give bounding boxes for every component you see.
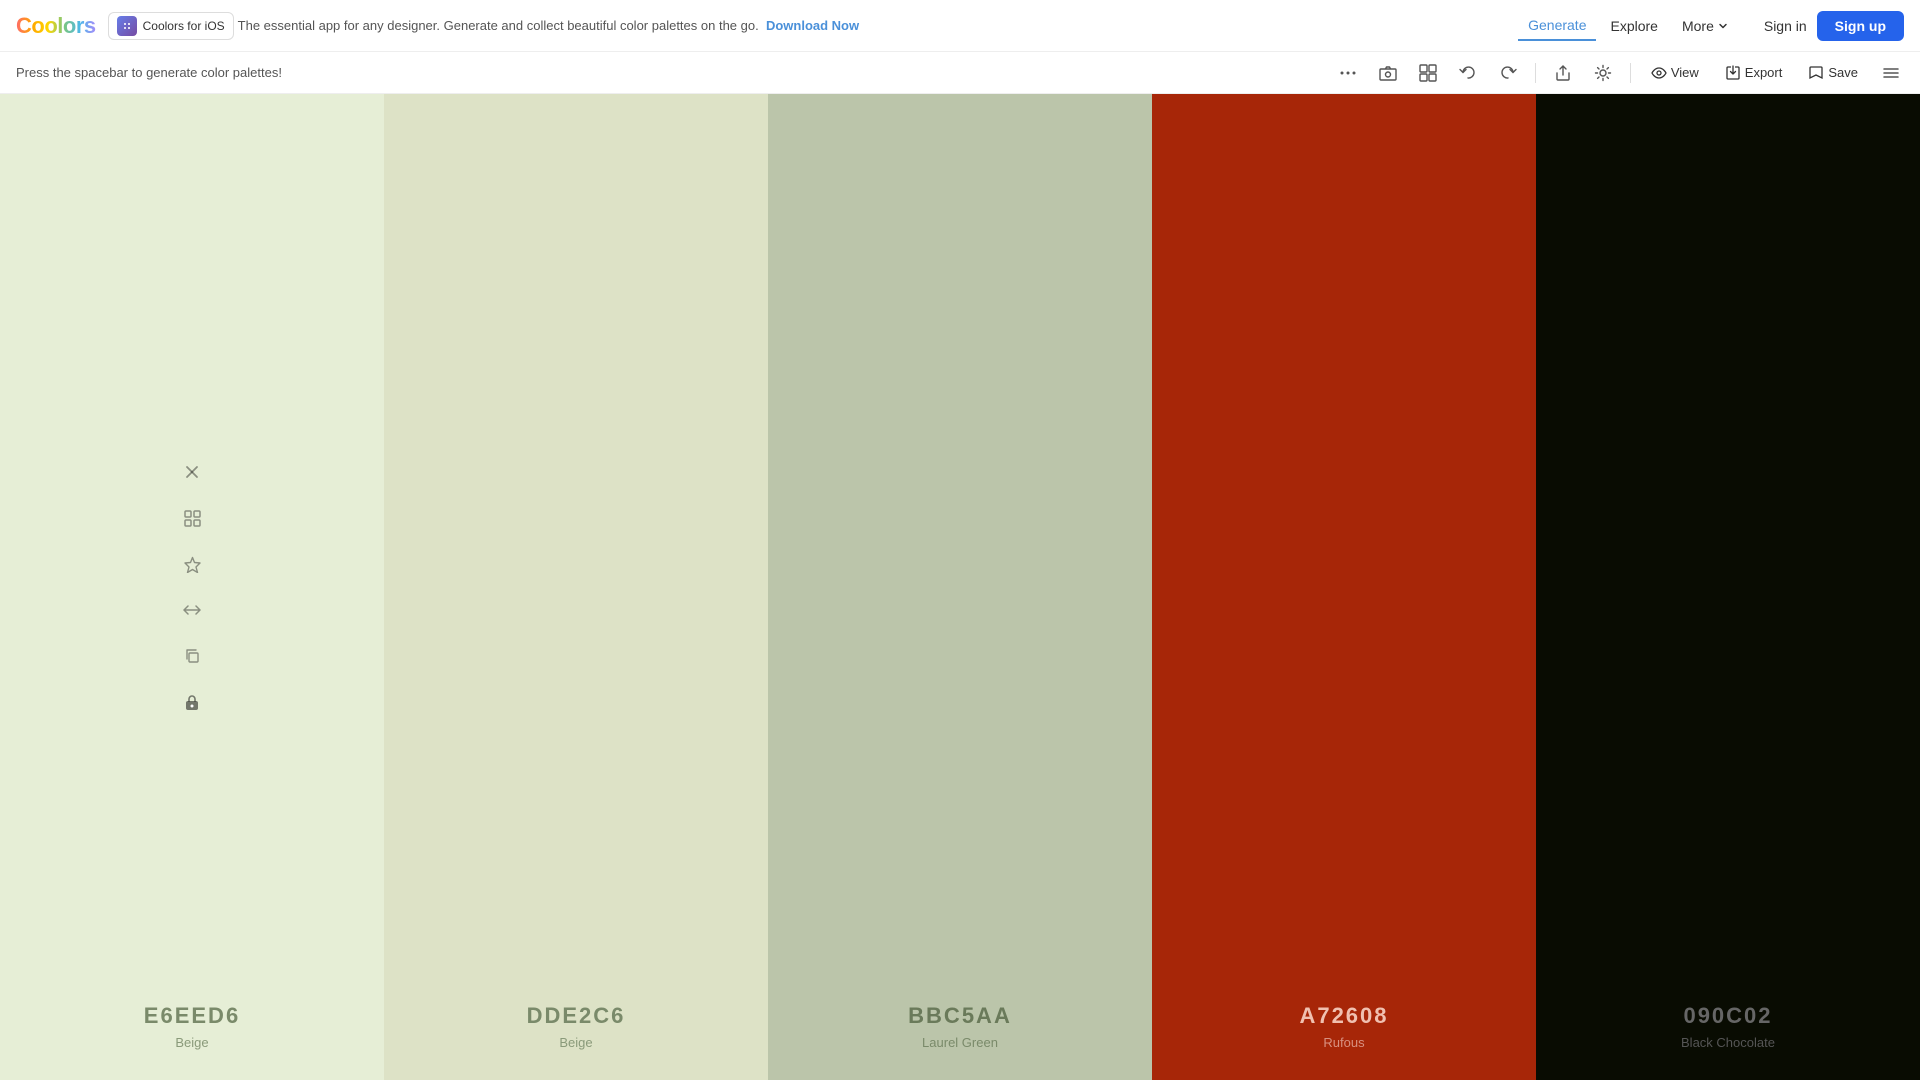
toolbar-divider-2	[1630, 63, 1631, 83]
swatch-icons-1	[178, 458, 206, 716]
view-label: View	[1671, 65, 1699, 80]
sign-in-button[interactable]: Sign in	[1754, 12, 1817, 40]
color-name-3: Laurel Green	[922, 1035, 998, 1050]
sign-up-button[interactable]: Sign up	[1817, 11, 1904, 41]
color-hex-1[interactable]: E6EED6	[144, 1003, 240, 1029]
redo-button[interactable]	[1495, 60, 1521, 86]
view-toggle-button[interactable]	[1415, 60, 1441, 86]
export-button[interactable]: Export	[1719, 61, 1789, 85]
color-hex-5[interactable]: 090C02	[1683, 1003, 1772, 1029]
favorite-color-button[interactable]	[178, 550, 206, 578]
logo-wordmark[interactable]: Coolors	[16, 13, 96, 39]
menu-button[interactable]	[1878, 60, 1904, 86]
toolbar-right: View Export Save	[1335, 60, 1904, 86]
ios-app-icon	[117, 16, 137, 36]
spacebar-hint-bar: Press the spacebar to generate color pal…	[0, 52, 1920, 94]
color-hex-3[interactable]: BBC5AA	[908, 1003, 1012, 1029]
color-name-4: Rufous	[1323, 1035, 1364, 1050]
nav-explore[interactable]: Explore	[1600, 12, 1667, 40]
color-swatch-1: E6EED6 Beige	[0, 94, 384, 1080]
color-name-2: Beige	[559, 1035, 592, 1050]
color-picker-button[interactable]	[178, 504, 206, 532]
save-button[interactable]: Save	[1802, 61, 1864, 85]
color-swatch-3: BBC5AA Laurel Green	[768, 94, 1152, 1080]
color-hex-4[interactable]: A72608	[1299, 1003, 1388, 1029]
drag-color-button[interactable]	[178, 596, 206, 624]
color-swatch-2: DDE2C6 Beige	[384, 94, 768, 1080]
toolbar-divider-1	[1535, 63, 1536, 83]
undo-button[interactable]	[1455, 60, 1481, 86]
palette-area: E6EED6 Beige DDE2C6 Beige BBC5AA Laurel …	[0, 94, 1920, 1080]
share-button[interactable]	[1550, 60, 1576, 86]
view-button[interactable]: View	[1645, 61, 1705, 85]
download-link[interactable]: Download Now	[766, 18, 859, 33]
logo-area: Coolors	[16, 13, 96, 39]
brightness-button[interactable]	[1590, 60, 1616, 86]
color-swatch-5: 090C02 Black Chocolate	[1536, 94, 1920, 1080]
save-label: Save	[1828, 65, 1858, 80]
color-name-5: Black Chocolate	[1681, 1035, 1775, 1050]
copy-color-button[interactable]	[178, 642, 206, 670]
nav-generate[interactable]: Generate	[1518, 11, 1596, 41]
delete-color-button[interactable]	[178, 458, 206, 486]
export-label: Export	[1745, 65, 1783, 80]
chevron-down-icon	[1718, 21, 1728, 31]
color-name-1: Beige	[175, 1035, 208, 1050]
color-swatch-4: A72608 Rufous	[1152, 94, 1536, 1080]
ios-badge-label: Coolors for iOS	[143, 19, 225, 33]
ios-promo-badge[interactable]: Coolors for iOS	[108, 12, 234, 40]
nav-more[interactable]: More	[1672, 12, 1738, 40]
top-nav: Coolors Coolors for iOS The essential ap…	[0, 0, 1920, 52]
spacebar-hint-text: Press the spacebar to generate color pal…	[16, 65, 282, 80]
color-hex-2[interactable]: DDE2C6	[527, 1003, 626, 1029]
ios-promo-text: The essential app for any designer. Gene…	[238, 18, 859, 33]
lock-color-button[interactable]	[178, 688, 206, 716]
nav-links: Generate Explore More	[1518, 11, 1738, 41]
more-options-button[interactable]	[1335, 60, 1361, 86]
camera-button[interactable]	[1375, 60, 1401, 86]
